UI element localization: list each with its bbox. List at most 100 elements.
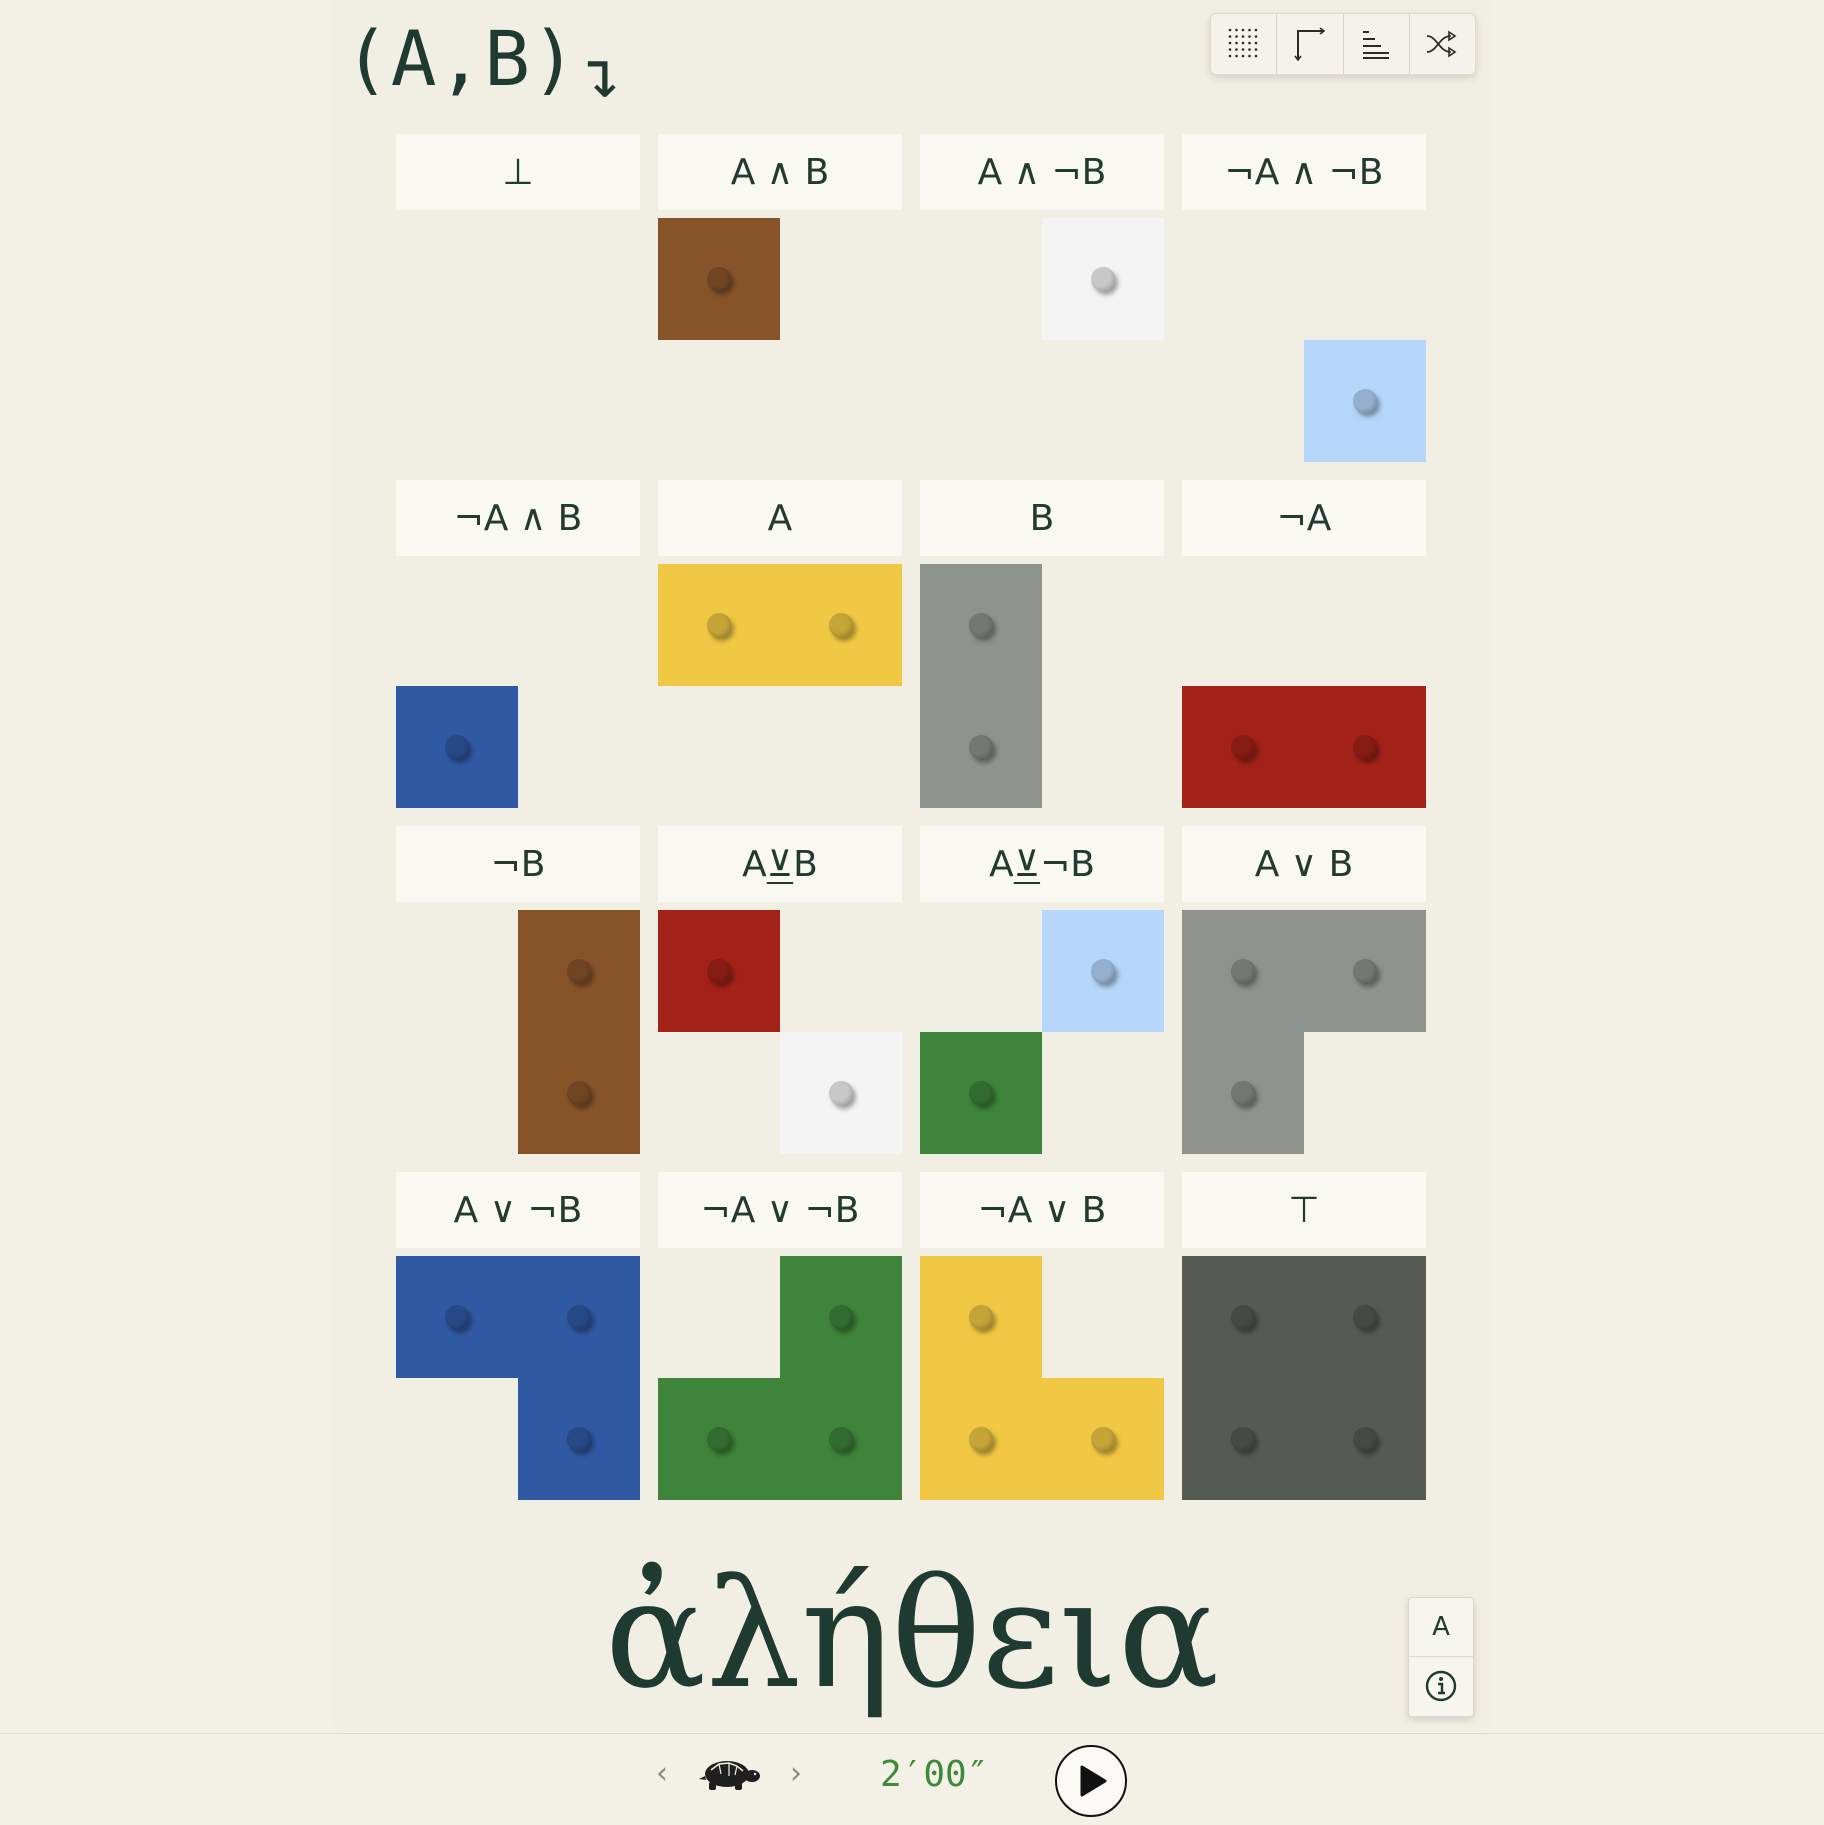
truth-pattern bbox=[920, 910, 1164, 1154]
title-text: (A,B) bbox=[344, 14, 578, 103]
side-controls: A bbox=[1408, 1597, 1474, 1717]
tile-br[interactable] bbox=[780, 1378, 902, 1500]
proposition-label: A ⊻ ¬B bbox=[920, 826, 1164, 902]
proposition-cell[interactable]: A ∧ B bbox=[658, 134, 902, 454]
proposition-label: ¬A ∨ ¬B bbox=[658, 1172, 902, 1248]
proposition-cell[interactable]: A bbox=[658, 480, 902, 800]
proposition-label: A ∨ B bbox=[1182, 826, 1426, 902]
proposition-cell[interactable]: A ∨ B bbox=[1182, 826, 1426, 1154]
proposition-label: A ⊻ B bbox=[658, 826, 902, 902]
truth-pattern bbox=[920, 1256, 1164, 1500]
proposition-cell[interactable]: B bbox=[920, 480, 1164, 808]
tile-bl[interactable] bbox=[920, 1378, 1042, 1500]
proposition-label: A ∨ ¬B bbox=[396, 1172, 640, 1248]
truth-pattern bbox=[658, 910, 902, 1154]
title-arrow: ↴ bbox=[581, 36, 623, 113]
footer-bar: ‹ › 2′00″ bbox=[0, 1733, 1824, 1825]
tile-tl[interactable] bbox=[658, 564, 780, 686]
proposition-cell[interactable]: ⊤ bbox=[1182, 1172, 1426, 1500]
tile-tl[interactable] bbox=[396, 1256, 518, 1378]
tile-tr[interactable] bbox=[518, 910, 640, 1032]
tile-br[interactable] bbox=[518, 1032, 640, 1154]
font-toggle-button[interactable]: A bbox=[1409, 1598, 1473, 1657]
proposition-label: ¬A bbox=[1182, 480, 1426, 556]
play-icon bbox=[1080, 1765, 1107, 1797]
turtle-icon[interactable] bbox=[697, 1754, 763, 1794]
proposition-cell[interactable]: A ⊻ ¬B bbox=[920, 826, 1164, 1154]
tile-br[interactable] bbox=[1304, 686, 1426, 808]
tile-bl[interactable] bbox=[1182, 686, 1304, 808]
shuffle-icon bbox=[1427, 30, 1457, 58]
tile-br[interactable] bbox=[518, 1378, 640, 1500]
info-icon bbox=[1425, 1670, 1457, 1702]
tile-tr[interactable] bbox=[780, 564, 902, 686]
chevron-right-icon[interactable]: › bbox=[790, 1756, 802, 1791]
brand-logo: ἀλήθεια bbox=[604, 1548, 1220, 1722]
proposition-label: A bbox=[658, 480, 902, 556]
truth-pattern bbox=[1182, 218, 1426, 462]
proposition-cell[interactable]: A ⊻ B bbox=[658, 826, 902, 1154]
tile-br[interactable] bbox=[1304, 1378, 1426, 1500]
truth-pattern bbox=[396, 218, 640, 462]
tile-tr[interactable] bbox=[518, 1256, 640, 1378]
toolbar bbox=[1210, 13, 1476, 75]
proposition-cell[interactable]: A ∨ ¬B bbox=[396, 1172, 640, 1500]
tile-bl[interactable] bbox=[396, 686, 518, 808]
tile-bl[interactable] bbox=[920, 1032, 1042, 1154]
tile-tr[interactable] bbox=[1042, 218, 1164, 340]
dots-grid-icon bbox=[1228, 28, 1257, 58]
proposition-cell[interactable]: ¬B bbox=[396, 826, 640, 1154]
proposition-cell[interactable]: ¬A ∧ ¬B bbox=[1182, 134, 1426, 462]
align-lines-button[interactable] bbox=[1344, 14, 1410, 74]
tile-bl[interactable] bbox=[920, 686, 1042, 808]
tile-tl[interactable] bbox=[920, 564, 1042, 686]
page-title: (A,B)↴ bbox=[344, 14, 623, 113]
proposition-label: ¬A ∧ B bbox=[396, 480, 640, 556]
proposition-cell[interactable]: ¬A ∨ ¬B bbox=[658, 1172, 902, 1500]
proposition-label: ¬A ∧ ¬B bbox=[1182, 134, 1426, 210]
proposition-label: ⊤ bbox=[1182, 1172, 1426, 1248]
proposition-cell[interactable]: ⊥ bbox=[396, 134, 640, 454]
truth-pattern bbox=[1182, 564, 1426, 808]
tile-bl[interactable] bbox=[658, 1378, 780, 1500]
shuffle-button[interactable] bbox=[1410, 14, 1475, 74]
tile-bl[interactable] bbox=[1182, 1032, 1304, 1154]
tile-tl[interactable] bbox=[920, 1256, 1042, 1378]
tile-tl[interactable] bbox=[658, 910, 780, 1032]
tile-br[interactable] bbox=[1304, 340, 1426, 462]
tile-br[interactable] bbox=[1042, 1378, 1164, 1500]
tile-tl[interactable] bbox=[1182, 1256, 1304, 1378]
timer-display: 2′00″ bbox=[880, 1754, 989, 1795]
chevron-left-icon[interactable]: ‹ bbox=[656, 1756, 668, 1791]
info-button[interactable] bbox=[1409, 1657, 1473, 1715]
tile-tr[interactable] bbox=[1304, 1256, 1426, 1378]
tile-tr[interactable] bbox=[780, 1256, 902, 1378]
tile-bl[interactable] bbox=[1182, 1378, 1304, 1500]
truth-pattern bbox=[920, 564, 1164, 808]
proposition-cell[interactable]: ¬A bbox=[1182, 480, 1426, 808]
truth-pattern bbox=[396, 910, 640, 1154]
tile-tl[interactable] bbox=[658, 218, 780, 340]
play-button[interactable] bbox=[1055, 1745, 1127, 1817]
truth-pattern bbox=[920, 218, 1164, 462]
tile-br[interactable] bbox=[780, 1032, 902, 1154]
corner-arrow-button[interactable] bbox=[1277, 14, 1344, 74]
tile-tr[interactable] bbox=[1304, 910, 1426, 1032]
proposition-cell[interactable]: A ∧ ¬B bbox=[920, 134, 1164, 454]
truth-pattern bbox=[396, 564, 640, 808]
tile-tr[interactable] bbox=[1042, 910, 1164, 1032]
truth-pattern bbox=[658, 1256, 902, 1500]
truth-pattern bbox=[1182, 910, 1426, 1154]
align-lines-icon bbox=[1363, 31, 1390, 59]
proposition-label: B bbox=[920, 480, 1164, 556]
truth-pattern bbox=[1182, 1256, 1426, 1500]
truth-pattern bbox=[396, 1256, 640, 1500]
proposition-label: A ∧ B bbox=[658, 134, 902, 210]
proposition-cell[interactable]: ¬A ∨ B bbox=[920, 1172, 1164, 1500]
proposition-cell[interactable]: ¬A ∧ B bbox=[396, 480, 640, 808]
tile-tl[interactable] bbox=[1182, 910, 1304, 1032]
proposition-label: A ∧ ¬B bbox=[920, 134, 1164, 210]
corner-arrow-icon bbox=[1294, 27, 1326, 61]
truth-pattern bbox=[658, 218, 902, 462]
dots-grid-button[interactable] bbox=[1211, 14, 1278, 74]
